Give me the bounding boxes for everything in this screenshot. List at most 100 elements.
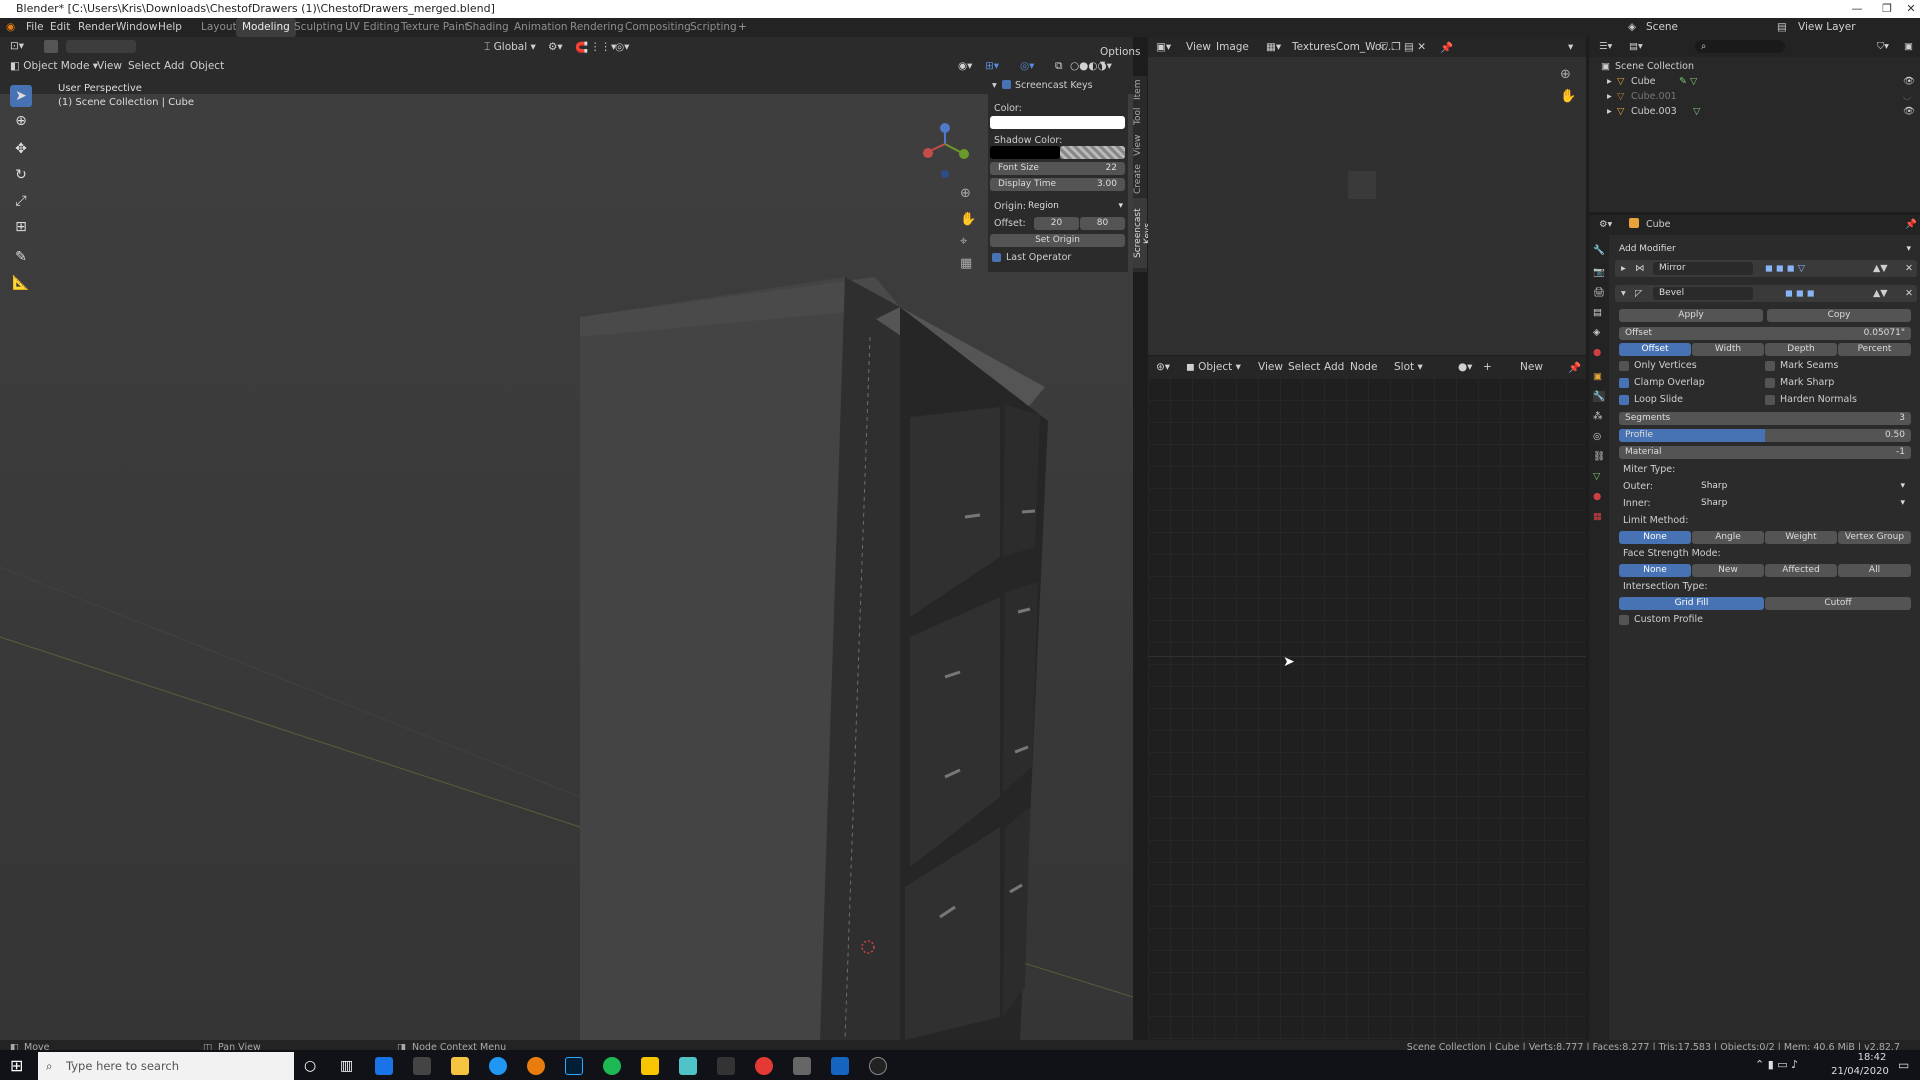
outliner-item[interactable]: Cube.003 <box>1631 106 1677 117</box>
menu-view[interactable]: View <box>1186 41 1211 53</box>
filter-icon[interactable]: ⛉▾ <box>1877 41 1889 52</box>
profile-slider[interactable]: Profile 0.50 <box>1619 429 1911 442</box>
origin-dropdown[interactable]: Region ▾ <box>1026 200 1125 213</box>
shadow-alpha-swatch[interactable] <box>1060 146 1125 159</box>
world-tab-icon[interactable]: ● <box>1593 347 1601 358</box>
move-tool-icon[interactable]: ✥ <box>10 138 32 160</box>
app-icon[interactable] <box>375 1057 393 1075</box>
file-explorer-icon[interactable] <box>451 1057 469 1075</box>
menu-node[interactable]: Node <box>1350 361 1377 373</box>
app-icon[interactable] <box>679 1057 697 1075</box>
particles-tab-icon[interactable]: ⁂ <box>1593 411 1603 422</box>
outliner-search-input[interactable] <box>1695 40 1785 53</box>
color-swatch[interactable] <box>990 116 1125 129</box>
menu-window[interactable]: Window <box>116 18 157 37</box>
panel-collapse-icon[interactable]: ▾ <box>992 80 997 91</box>
offset-field[interactable]: Offset 0.05071" <box>1619 327 1911 340</box>
segments-field[interactable]: Segments 3 <box>1619 412 1911 425</box>
pin-icon[interactable]: 📌 <box>1568 361 1581 374</box>
width-type-depth[interactable]: Depth <box>1765 343 1837 356</box>
image-editor[interactable]: ⊕ ✋ <box>1148 37 1586 355</box>
data-tab-icon[interactable]: ▽ <box>1593 471 1600 482</box>
tab-texture-paint[interactable]: Texture Paint <box>401 18 469 37</box>
shader-type-dropdown[interactable]: ◼ Object ▾ <box>1186 361 1241 373</box>
width-type-width[interactable]: Width <box>1692 343 1764 356</box>
menu-help[interactable]: Help <box>158 18 182 37</box>
menu-file[interactable]: File <box>26 18 44 37</box>
move-modifier-icon[interactable]: ▲▼ <box>1873 263 1888 274</box>
measure-tool-icon[interactable]: 📐 <box>10 272 32 294</box>
photoshop-icon[interactable] <box>565 1057 583 1075</box>
texture-tab-icon[interactable]: ▦ <box>1593 511 1602 522</box>
visibility-eye-icon[interactable]: 👁 <box>1903 106 1915 117</box>
mirror-name-field[interactable]: Mirror <box>1653 262 1753 275</box>
shading-modes-icon[interactable]: ○●◐◑▾ <box>1070 60 1112 72</box>
overlay-toggle-icon[interactable]: ◎▾ <box>1020 60 1034 72</box>
sticky-notes-icon[interactable] <box>641 1057 659 1075</box>
tab-uv-editing[interactable]: UV Editing <box>345 18 400 37</box>
custom-profile-checkbox[interactable]: Custom Profile <box>1619 614 1703 625</box>
app-icon[interactable] <box>755 1057 773 1075</box>
material-tab-icon[interactable]: ● <box>1593 491 1601 502</box>
snap-mode-icon[interactable]: ⋮⋮▾ <box>590 41 616 53</box>
offset-y-field[interactable]: 80 <box>1080 217 1125 230</box>
outliner-item[interactable]: Cube <box>1631 76 1656 87</box>
menu-add[interactable]: Add <box>1324 361 1344 373</box>
bevel-name-field[interactable]: Bevel <box>1653 287 1753 300</box>
tab-create[interactable]: Create <box>1133 162 1147 196</box>
limit-none[interactable]: None <box>1619 531 1691 544</box>
limit-angle[interactable]: Angle <box>1692 531 1764 544</box>
select-tool-icon[interactable]: ➤ <box>10 85 32 107</box>
only-vertices-checkbox[interactable]: Only Vertices <box>1619 360 1697 371</box>
modifier-toggle-icons[interactable]: ◼ ◼ ◼ ▽ <box>1765 263 1805 274</box>
annotate-tool-icon[interactable]: ✎ <box>10 246 32 268</box>
add-modifier-dropdown[interactable]: Add Modifier ▾ <box>1615 243 1915 256</box>
display-mode-icon[interactable]: ▤▾ <box>1629 41 1643 52</box>
select-box-group[interactable] <box>66 40 136 53</box>
tab-scripting[interactable]: Scripting <box>690 18 737 37</box>
shadow-color-swatch[interactable] <box>990 146 1060 159</box>
menu-view[interactable]: View <box>1258 361 1283 373</box>
remove-modifier-icon[interactable]: ✕ <box>1905 263 1913 274</box>
limit-weight[interactable]: Weight <box>1765 531 1837 544</box>
width-type-offset[interactable]: Offset <box>1619 343 1691 356</box>
physics-tab-icon[interactable]: ◎ <box>1593 431 1601 442</box>
app-icon[interactable] <box>793 1057 811 1075</box>
limit-vertex-group[interactable]: Vertex Group <box>1838 531 1911 544</box>
image-browse-icon[interactable]: ▦▾ <box>1266 41 1281 53</box>
task-view-icon[interactable]: ▥ <box>340 1058 353 1074</box>
snap-icon[interactable]: 🧲 <box>575 41 588 54</box>
mark-sharp-checkbox[interactable]: Mark Sharp <box>1765 377 1834 388</box>
gizmo-toggle-icon[interactable]: ⊞▾ <box>985 60 999 72</box>
app-icon[interactable] <box>831 1057 849 1075</box>
new-material-icon[interactable]: + <box>1483 361 1492 373</box>
last-operator-checkbox[interactable] <box>992 253 1001 262</box>
remove-modifier-icon[interactable]: ✕ <box>1905 288 1913 299</box>
tab-shading[interactable]: Shading <box>466 18 509 37</box>
material-browse-icon[interactable]: ●▾ <box>1458 361 1472 373</box>
select-mode-icon[interactable] <box>44 40 58 53</box>
font-size-field[interactable]: Font Size 22 <box>990 162 1125 175</box>
menu-render[interactable]: Render <box>78 18 115 37</box>
scene-tab-icon[interactable]: ◈ <box>1593 327 1600 338</box>
mark-seams-checkbox[interactable]: Mark Seams <box>1765 360 1838 371</box>
inner-dropdown[interactable]: Sharp ▾ <box>1695 497 1911 510</box>
zoom-icon[interactable]: ⊕ <box>1560 67 1571 82</box>
view-layer-name[interactable]: View Layer <box>1798 18 1856 37</box>
pin-icon[interactable]: 📌 <box>1440 41 1453 54</box>
move-modifier-icon[interactable]: ▲▼ <box>1873 288 1888 299</box>
transform-orientation[interactable]: ⌶ Global ▾ <box>484 41 536 54</box>
visibility-eye-icon[interactable]: 👁 <box>1903 76 1915 87</box>
pivot-icon[interactable]: ⚙▾ <box>548 41 563 53</box>
tab-view[interactable]: View <box>1133 132 1147 158</box>
tab-compositing[interactable]: Compositing <box>625 18 691 37</box>
cursor-tool-icon[interactable]: ⊕ <box>10 110 32 132</box>
proportional-icon[interactable]: ◎▾ <box>615 41 629 53</box>
offset-x-field[interactable]: 20 <box>1034 217 1079 230</box>
tab-tool[interactable]: Tool <box>1133 104 1147 128</box>
menu-image[interactable]: Image <box>1216 41 1249 53</box>
menu-view[interactable]: View <box>97 60 122 72</box>
material-field[interactable]: Material -1 <box>1619 446 1911 459</box>
outliner-item[interactable]: Cube.001 <box>1631 91 1677 102</box>
editor-type-icon[interactable]: ⊛▾ <box>1156 361 1170 373</box>
